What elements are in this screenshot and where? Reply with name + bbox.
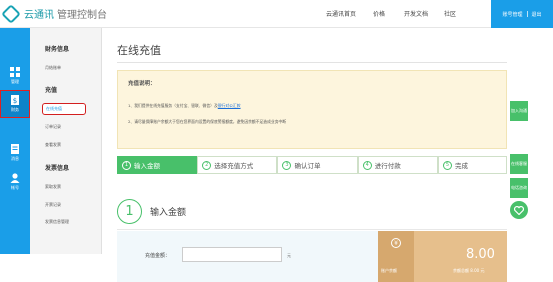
submenu-heading-finance: 财务信息	[45, 46, 70, 53]
step-confirm-order: 3 确认订单	[277, 156, 358, 174]
submenu-item-invoice-info[interactable]: 发票信息管理	[45, 219, 69, 225]
top-bar: 云通讯 管理控制台 云通讯首页 价格 开发文档 社区 账号管理 退出	[0, 0, 553, 28]
amount-input[interactable]	[182, 247, 282, 262]
rail-item-finance[interactable]: $ 财务	[0, 90, 30, 118]
step-number: 3	[282, 160, 292, 170]
rail-label: 消息	[11, 156, 19, 161]
heart-icon	[514, 205, 524, 215]
amount-label: 充值金额：	[145, 253, 171, 259]
notice-line-1: 1、我们提供在线充值服务（支付宝、银联、微信）及银行对公汇款	[128, 103, 241, 109]
step-pay: 4 进行付款	[357, 156, 438, 174]
rail-label: 帐号	[11, 185, 19, 190]
nav-docs[interactable]: 开发文档	[404, 9, 428, 18]
step-label: 选择充值方式	[214, 162, 254, 170]
phone-consult-button[interactable]: 电话咨询	[510, 178, 528, 198]
amount-panel: 充值金额： 元	[117, 231, 379, 282]
bank-transfer-link[interactable]: 银行对公汇款	[218, 103, 241, 108]
rail-label: 管理	[11, 79, 19, 84]
page-title: 在线充值	[117, 44, 161, 57]
logout-link[interactable]: 退出	[532, 11, 542, 18]
submenu-heading-invoice: 发票信息	[45, 165, 70, 172]
submenu-item-order-records[interactable]: 订单记录	[45, 124, 61, 130]
join-group-button[interactable]: 加入沟通	[510, 101, 528, 121]
notice-line-2: 2、请尽量保障账户余额大于您在您界面内设置的保底警报额度，避免因余额不足造成业务…	[128, 119, 287, 124]
balance-value: 8.00	[466, 247, 495, 262]
balance-total: 余额总额 8.00 元	[453, 268, 485, 273]
step-number: 5	[442, 160, 452, 170]
divider	[117, 62, 507, 63]
step-label: 确认订单	[294, 162, 321, 170]
online-service-button[interactable]: 在线客服	[510, 154, 528, 174]
icon-rail: 管理 $ 财务 消息 帐号	[0, 28, 30, 254]
rail-item-messages[interactable]: 消息	[0, 139, 30, 167]
divider	[117, 229, 507, 230]
finance-icon: $	[11, 95, 19, 105]
svg-text:$: $	[13, 97, 17, 105]
step-done: 5 完成	[437, 156, 508, 174]
main-content: 在线充值 充值说明： 1、我们提供在线充值服务（支付宝、银联、微信）及银行对公汇…	[102, 28, 553, 282]
submenu-item-request-invoice[interactable]: 索取发票	[45, 184, 61, 190]
step-label: 进行付款	[374, 162, 401, 170]
nav-community[interactable]: 社区	[444, 9, 456, 18]
submenu-item-online-recharge[interactable]: 在线充值	[42, 103, 86, 115]
divider	[526, 11, 528, 17]
yuan-icon: ¥	[391, 238, 401, 248]
step-label: 完成	[454, 162, 468, 170]
step-choose-method: 2 选择充值方式	[197, 156, 278, 174]
submenu-item-monthly-bill[interactable]: 月结账单	[45, 65, 61, 71]
sub-menu: 财务信息 月结账单 充值 在线充值 订单记录 查看发票 发票信息 索取发票 开票…	[30, 28, 102, 254]
step-progress: 1 输入金额 2 选择充值方式 3 确认订单 4 进行付款 5 完成	[117, 156, 508, 174]
balance-label: 账户余额	[381, 268, 397, 273]
recharge-notice: 充值说明： 1、我们提供在线充值服务（支付宝、银联、微信）及银行对公汇款 2、请…	[117, 70, 507, 149]
logo[interactable]: 云通讯 管理控制台	[1, 3, 107, 24]
submenu-item-invoice-records[interactable]: 开票记录	[45, 202, 61, 208]
grid-icon	[10, 67, 20, 77]
logo-icon	[1, 3, 21, 24]
step-number: 2	[202, 160, 212, 170]
step-number: 4	[362, 160, 372, 170]
step-enter-amount: 1 输入金额	[117, 156, 198, 174]
submenu-item-view-invoice[interactable]: 查看发票	[45, 142, 61, 148]
nav-pricing[interactable]: 价格	[373, 9, 385, 18]
user-icon	[10, 173, 20, 183]
account-area: 账号管理 退出	[491, 0, 553, 28]
section-title: 输入金额	[150, 208, 187, 218]
balance-card: ¥ 账户余额 8.00 余额总额 8.00 元	[378, 231, 507, 282]
account-link[interactable]: 账号管理	[502, 11, 522, 18]
notice-line-1-text: 1、我们提供在线充值服务（支付宝、银联、微信）及	[128, 103, 218, 108]
rail-label: 财务	[11, 107, 19, 112]
nav-home[interactable]: 云通讯首页	[326, 9, 356, 18]
rail-item-account[interactable]: 帐号	[0, 168, 30, 196]
document-icon	[11, 144, 19, 154]
balance-icon-panel: ¥ 账户余额	[378, 231, 414, 282]
rail-item-manage[interactable]: 管理	[0, 62, 30, 90]
section-number: 1	[117, 199, 142, 224]
step-number: 1	[122, 160, 131, 170]
logo-text: 云通讯	[24, 10, 54, 21]
notice-heading: 充值说明：	[128, 81, 156, 87]
favorite-button[interactable]	[510, 201, 528, 219]
logo-subtitle: 管理控制台	[57, 10, 107, 21]
submenu-heading-recharge: 充值	[45, 87, 58, 94]
step-label: 输入金额	[134, 162, 160, 170]
